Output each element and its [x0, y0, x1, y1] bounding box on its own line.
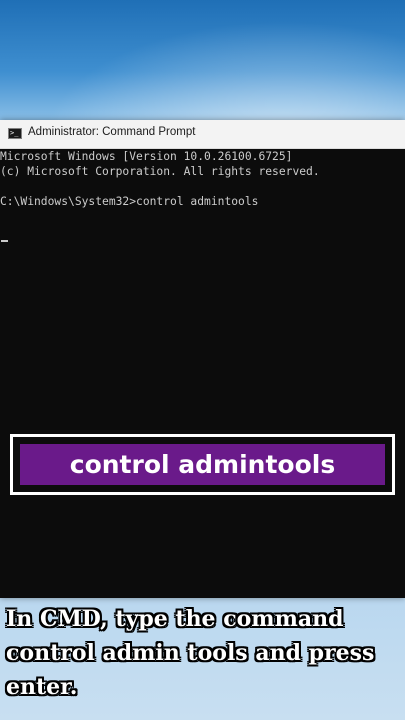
console-line: (c) Microsoft Corporation. All rights re… [0, 165, 320, 178]
title-bar[interactable]: >_ Administrator: Command Prompt [0, 120, 405, 149]
callout-text: control admintools [69, 450, 336, 479]
caption-line: In CMD, type the command [6, 606, 344, 632]
command-callout: control admintools [10, 434, 395, 495]
desktop-background [0, 0, 405, 130]
callout-banner: control admintools [20, 444, 385, 485]
caption-line: control admin tools and press [6, 640, 375, 666]
window-title: Administrator: Command Prompt [28, 126, 196, 138]
console-line: Microsoft Windows [Version 10.0.26100.67… [0, 150, 293, 163]
command-line: C:\Windows\System32>control admintools [0, 195, 259, 208]
caption-line: enter. [6, 674, 78, 700]
instruction-caption: In CMD, type the command control admin t… [6, 602, 401, 704]
text-cursor [1, 240, 8, 242]
cmd-prompt-icon: >_ [8, 128, 22, 139]
command-prompt-window[interactable]: >_ Administrator: Command Prompt Microso… [0, 120, 405, 598]
prompt-glyph: >_ [10, 129, 19, 137]
console-output[interactable]: Microsoft Windows [Version 10.0.26100.67… [0, 149, 405, 598]
